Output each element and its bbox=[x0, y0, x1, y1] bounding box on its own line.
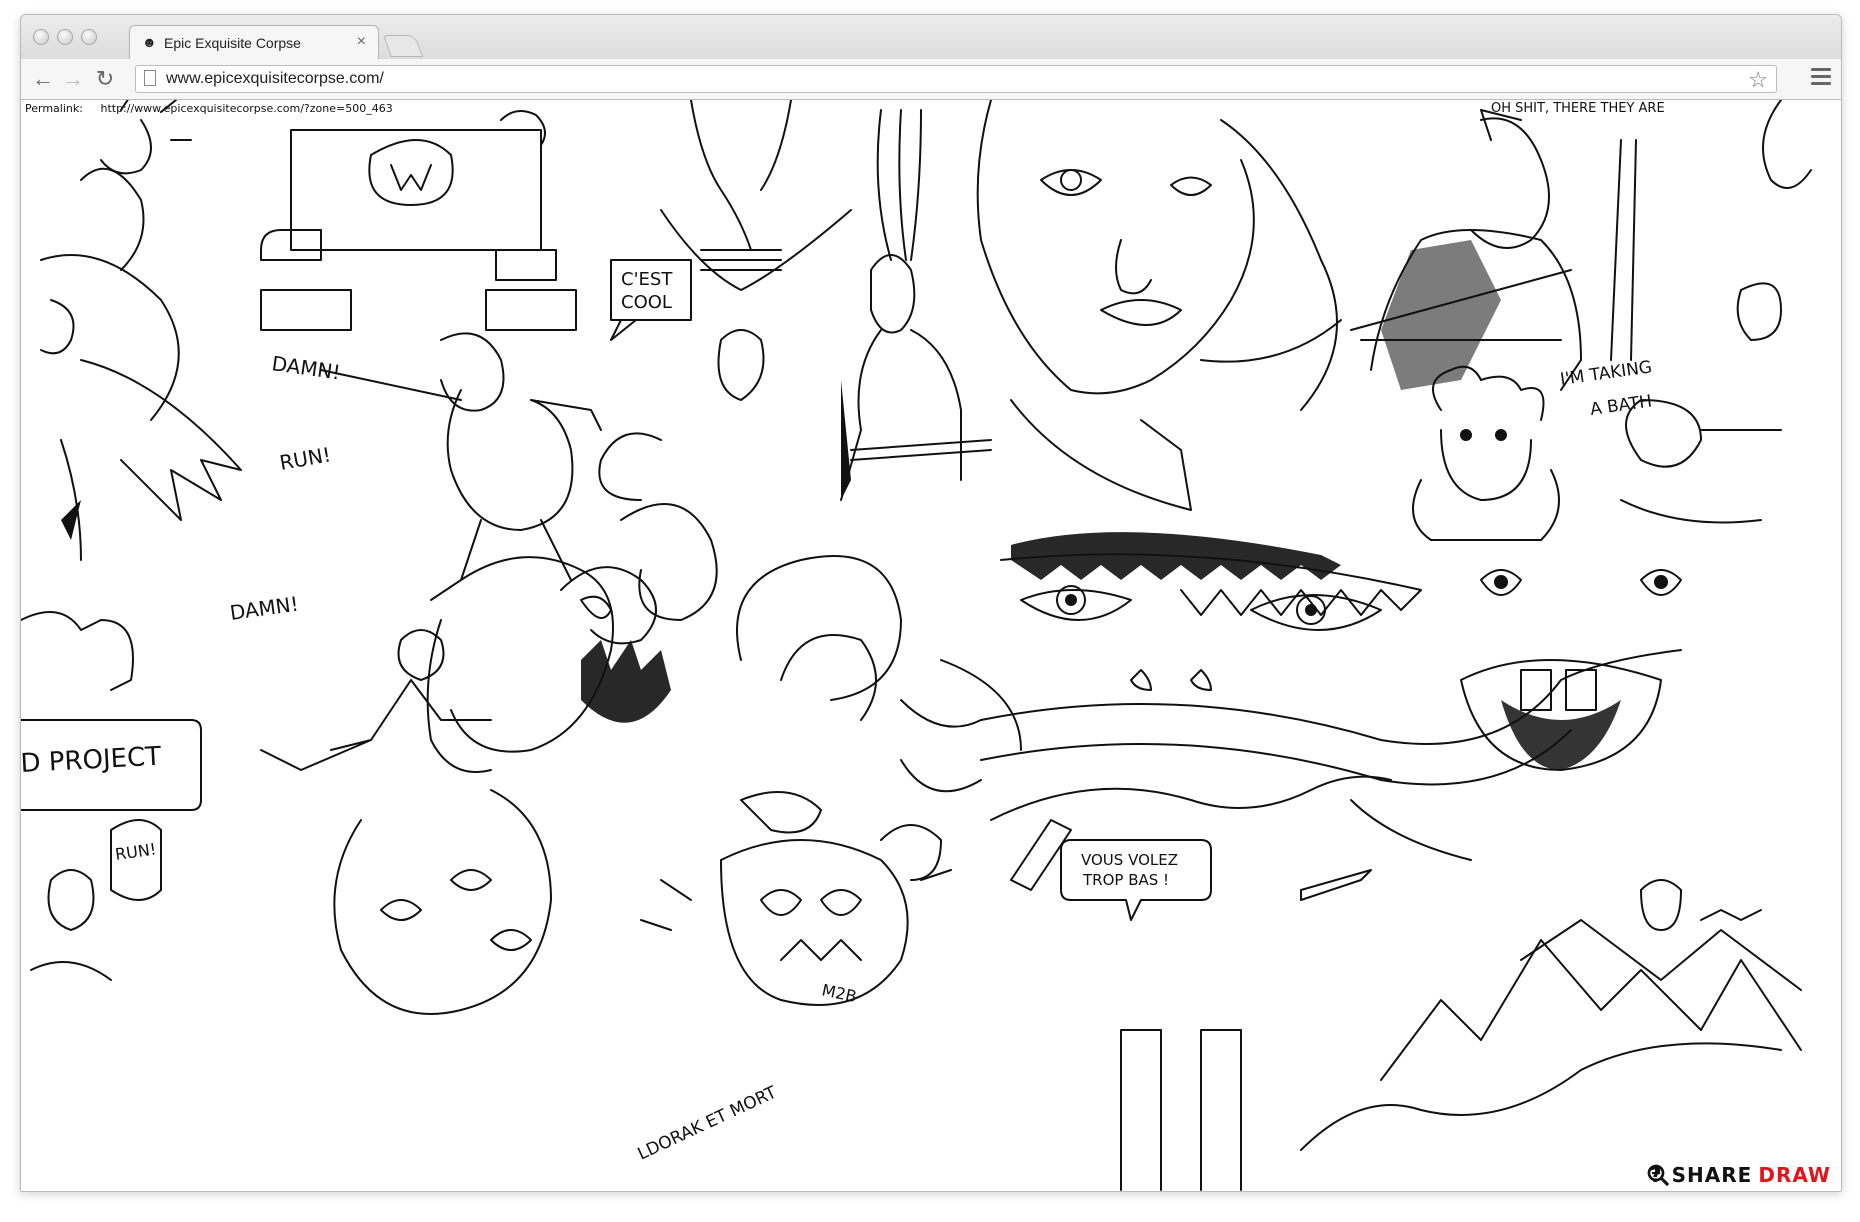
project-text: D PROJECT bbox=[21, 742, 162, 779]
tab-strip: ☻ Epic Exquisite Corpse × bbox=[21, 15, 1841, 59]
damn-text-2: DAMN! bbox=[228, 592, 300, 625]
bookmark-star-icon[interactable]: ☆ bbox=[1748, 67, 1768, 93]
mort-text: LDORAK ET MORT bbox=[635, 1082, 781, 1164]
browser-window: ☻ Epic Exquisite Corpse × ← → ↻ www.epic… bbox=[20, 14, 1842, 1192]
draw-button[interactable]: DRAW bbox=[1758, 1163, 1831, 1187]
share-button[interactable]: SHARE bbox=[1672, 1163, 1753, 1187]
doodle-artwork: DAMN! RUN! DAMN! RUN! C'EST COOL I'M TAK… bbox=[21, 100, 1812, 1191]
new-tab-button[interactable] bbox=[382, 35, 424, 57]
tab-epic-exquisite-corpse[interactable]: ☻ Epic Exquisite Corpse × bbox=[129, 25, 379, 59]
tab-title: Epic Exquisite Corpse bbox=[164, 35, 301, 51]
address-bar[interactable]: www.epicexquisitecorpse.com/ ☆ bbox=[135, 65, 1777, 93]
tab-close-icon[interactable]: × bbox=[357, 33, 366, 51]
reload-icon[interactable]: ↻ bbox=[93, 67, 117, 91]
close-window-button[interactable] bbox=[33, 29, 49, 45]
cest-text-line2: COOL bbox=[621, 292, 672, 313]
url-text[interactable]: www.epicexquisitecorpse.com/ bbox=[166, 70, 384, 88]
window-controls bbox=[33, 29, 97, 45]
smiley-icon: ☻ bbox=[142, 34, 157, 50]
damn-text-1: DAMN! bbox=[270, 351, 342, 384]
m2b-text: M2B bbox=[820, 980, 858, 1006]
bath-text-line2: A BATH bbox=[1589, 391, 1653, 419]
menu-icon[interactable] bbox=[1811, 68, 1831, 89]
minimize-window-button[interactable] bbox=[57, 29, 73, 45]
page-icon bbox=[144, 70, 156, 86]
forward-arrow-icon[interactable]: → bbox=[61, 67, 85, 91]
drawing-canvas[interactable]: DAMN! RUN! DAMN! RUN! C'EST COOL I'M TAK… bbox=[21, 100, 1841, 1191]
zoom-out-icon[interactable] bbox=[1646, 1163, 1670, 1187]
back-arrow-icon[interactable]: ← bbox=[31, 67, 55, 91]
run-text-1: RUN! bbox=[278, 442, 333, 475]
permalink-url[interactable]: http://www.epicexquisitecorpse.com/?zone… bbox=[100, 102, 392, 115]
oh-shit-text: OH SHIT, THERE THEY ARE bbox=[1491, 101, 1665, 116]
permalink-label: Permalink: bbox=[25, 102, 83, 115]
browser-toolbar: ← → ↻ www.epicexquisitecorpse.com/ ☆ bbox=[21, 59, 1841, 100]
vous-text-line1: VOUS VOLEZ bbox=[1081, 851, 1178, 869]
bath-text-line1: I'M TAKING bbox=[1559, 357, 1653, 390]
zoom-window-button[interactable] bbox=[81, 29, 97, 45]
permalink: Permalink: http://www.epicexquisitecorps… bbox=[25, 102, 393, 115]
run-text-2: RUN! bbox=[114, 839, 157, 864]
canvas-controls: ? SHARE DRAW bbox=[1646, 1163, 1831, 1187]
vous-text-line2: TROP BAS ! bbox=[1082, 871, 1169, 889]
cest-text-line1: C'EST bbox=[621, 269, 673, 290]
